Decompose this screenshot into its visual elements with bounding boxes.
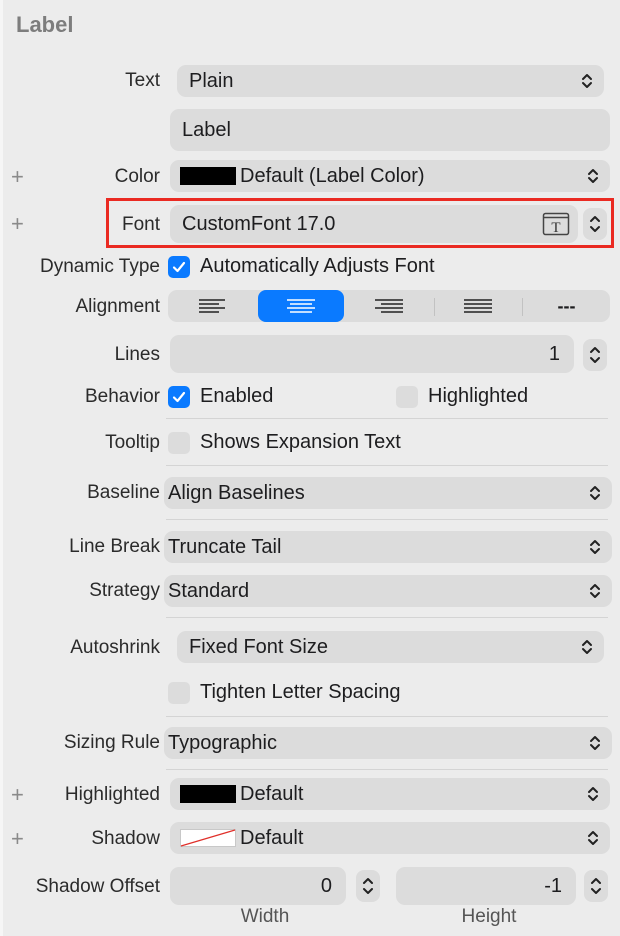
stepper-icon <box>363 878 373 894</box>
sizing-rule-value: Typographic <box>168 731 277 754</box>
sizing-rule-popup[interactable]: Typographic <box>164 727 612 759</box>
baseline-value: Align Baselines <box>168 481 305 504</box>
align-justified-button[interactable] <box>435 290 521 322</box>
shadow-label: Shadow <box>91 828 160 849</box>
attributes-inspector-panel: Label Text Plain Label + Color Default (… <box>0 0 620 936</box>
font-field[interactable]: CustomFont 17.0 T <box>170 205 578 243</box>
shadow-offset-width-value: 0 <box>320 874 332 897</box>
text-label: Text <box>125 70 160 91</box>
shadow-offset-height-value: -1 <box>544 874 562 897</box>
text-type-popup[interactable]: Plain <box>177 65 604 97</box>
autoshrink-value: Fixed Font Size <box>189 635 328 658</box>
autoshrink-popup[interactable]: Fixed Font Size <box>177 631 604 663</box>
enabled-checkbox[interactable] <box>168 386 190 408</box>
shadow-offset-width-caption: Width <box>240 906 290 927</box>
font-picker-icon[interactable]: T <box>542 212 570 236</box>
font-value: CustomFont 17.0 <box>182 212 336 235</box>
stepper-icon <box>590 216 600 232</box>
chevron-updown-icon <box>590 486 600 500</box>
stepper-icon <box>591 878 601 894</box>
shadow-offset-height-field[interactable]: -1 <box>396 867 576 905</box>
line-break-popup[interactable]: Truncate Tail <box>164 531 612 563</box>
shadow-popup[interactable]: Default <box>170 822 610 854</box>
baseline-label: Baseline <box>87 482 160 503</box>
checkmark-icon <box>172 391 186 403</box>
chevron-updown-icon <box>582 640 592 654</box>
tighten-checkbox[interactable] <box>168 682 190 704</box>
tighten-checkbox-label[interactable]: Tighten Letter Spacing <box>200 681 401 704</box>
strategy-value: Standard <box>168 579 250 602</box>
highlighted-color-label: Highlighted <box>64 784 160 805</box>
shadow-offset-height-caption: Height <box>461 906 517 927</box>
no-color-swatch-icon <box>180 829 236 847</box>
align-center-button[interactable] <box>258 290 344 322</box>
label-text-value: Label <box>182 118 231 141</box>
line-break-value: Truncate Tail <box>168 535 282 558</box>
line-break-label: Line Break <box>69 536 160 557</box>
lines-stepper[interactable] <box>583 339 607 371</box>
separator <box>166 617 608 618</box>
tooltip-checkbox[interactable] <box>168 432 190 454</box>
color-swatch <box>180 167 236 185</box>
shadow-offset-width-field[interactable]: 0 <box>170 867 346 905</box>
separator <box>166 716 608 717</box>
chevron-updown-icon <box>588 787 598 801</box>
font-label: Font <box>121 214 160 235</box>
chevron-updown-icon <box>588 831 598 845</box>
chevron-updown-icon <box>588 169 598 183</box>
tooltip-label: Tooltip <box>105 432 160 453</box>
lines-field[interactable]: 1 <box>170 335 574 373</box>
chevron-updown-icon <box>590 540 600 554</box>
enabled-checkbox-label[interactable]: Enabled <box>200 385 273 408</box>
separator <box>166 465 608 466</box>
strategy-popup[interactable]: Standard <box>164 575 612 607</box>
strategy-label: Strategy <box>89 580 160 601</box>
chevron-updown-icon <box>590 736 600 750</box>
separator <box>166 418 608 419</box>
shadow-offset-label: Shadow Offset <box>35 876 160 897</box>
sizing-rule-label: Sizing Rule <box>63 732 160 753</box>
behavior-label: Behavior <box>85 386 160 407</box>
highlighted-color-swatch <box>180 785 236 803</box>
shadow-offset-height-stepper[interactable] <box>584 870 608 902</box>
tooltip-checkbox-label[interactable]: Shows Expansion Text <box>200 431 401 454</box>
font-size-stepper[interactable] <box>583 208 607 240</box>
separator <box>166 769 608 770</box>
alignment-label: Alignment <box>75 296 161 317</box>
lines-value: 1 <box>548 342 560 365</box>
highlighted-color-popup[interactable]: Default <box>170 778 610 810</box>
align-left-button[interactable] <box>168 290 256 322</box>
baseline-popup[interactable]: Align Baselines <box>164 477 612 509</box>
highlighted-checkbox-label[interactable]: Highlighted <box>428 385 528 408</box>
text-type-value: Plain <box>189 69 234 92</box>
lines-label: Lines <box>114 344 160 365</box>
align-natural-button[interactable]: --- <box>523 290 610 322</box>
dynamic-type-checkbox-label[interactable]: Automatically Adjusts Font <box>200 255 435 278</box>
shadow-offset-width-stepper[interactable] <box>356 870 380 902</box>
section-title: Label <box>16 12 74 37</box>
separator <box>166 519 608 520</box>
align-right-button[interactable] <box>346 290 432 322</box>
alignment-segmented-control: --- <box>168 290 610 322</box>
checkmark-icon <box>172 261 186 273</box>
color-label: Color <box>114 166 160 187</box>
dynamic-type-label: Dynamic Type <box>39 256 160 277</box>
stepper-icon <box>590 347 600 363</box>
svg-text:T: T <box>551 220 560 236</box>
chevron-updown-icon <box>590 584 600 598</box>
label-text-field[interactable]: Label <box>170 109 610 151</box>
align-left-icon <box>199 299 225 313</box>
align-justified-icon <box>464 299 492 313</box>
chevron-updown-icon <box>582 74 592 88</box>
autoshrink-label: Autoshrink <box>70 637 160 658</box>
align-center-icon <box>287 299 315 313</box>
dynamic-type-checkbox[interactable] <box>168 256 190 278</box>
highlighted-checkbox[interactable] <box>396 386 418 408</box>
color-popup[interactable]: Default (Label Color) <box>170 160 610 192</box>
align-right-icon <box>375 299 403 313</box>
